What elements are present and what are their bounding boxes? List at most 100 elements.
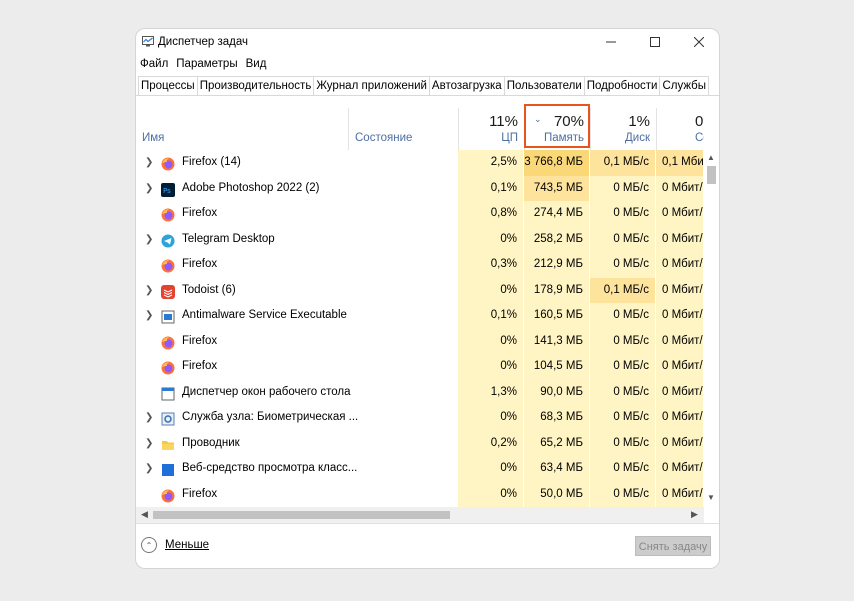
close-icon: [694, 37, 704, 47]
process-row[interactable]: Firefox 0,3% 212,9 МБ 0 МБ/с 0 Мбит/с: [136, 252, 704, 278]
tab-services[interactable]: Службы: [659, 76, 710, 95]
minimize-button[interactable]: [591, 29, 631, 55]
process-name-cell: ❯ Antimalware Service Executable: [136, 303, 458, 329]
header-status[interactable]: Состояние: [349, 104, 458, 150]
chevron-right-icon[interactable]: ❯: [145, 405, 153, 431]
process-name: Служба узла: Биометрическая ...: [182, 411, 359, 423]
header-name[interactable]: Имя: [136, 104, 348, 150]
process-memory: 3 766,8 МБ: [524, 150, 590, 176]
header-network[interactable]: 0% Сеть: [656, 104, 704, 150]
process-name: Adobe Photoshop 2022 (2): [182, 181, 320, 194]
header-cpu[interactable]: 11% ЦП: [458, 104, 524, 150]
menu-file[interactable]: Файл: [136, 56, 172, 72]
process-memory: 141,3 МБ: [524, 328, 590, 354]
fewer-details-button[interactable]: ⌃ Меньше: [141, 537, 209, 553]
process-row[interactable]: Firefox 0% 50,0 МБ 0 МБ/с 0 Мбит/с: [136, 481, 704, 508]
process-network: 0 Мбит/с: [656, 379, 704, 405]
tab-strip: Процессы Производительность Журнал прило…: [138, 76, 710, 96]
process-network: 0 Мбит/с: [656, 201, 704, 227]
process-network: 0 Мбит/с: [656, 328, 704, 354]
process-name-cell: Firefox: [136, 354, 458, 380]
horizontal-scroll-thumb[interactable]: [153, 511, 450, 519]
vertical-scroll-thumb[interactable]: [707, 166, 716, 184]
firefox-icon: [161, 207, 175, 222]
process-network: 0 Мбит/с: [656, 226, 704, 252]
process-memory: 68,3 МБ: [524, 405, 590, 431]
header-disk[interactable]: 1% Диск: [590, 104, 656, 150]
process-row[interactable]: ❯ Проводник 0,2% 65,2 МБ 0 МБ/с 0 Мбит/с: [136, 430, 704, 457]
process-row[interactable]: Firefox 0% 141,3 МБ 0 МБ/с 0 Мбит/с: [136, 328, 704, 354]
process-disk: 0 МБ/с: [590, 201, 656, 227]
process-row[interactable]: ❯ Antimalware Service Executable 0,1% 160,5…: [136, 303, 704, 329]
header-name-label: Имя: [142, 132, 165, 144]
telegram-icon: [161, 233, 175, 247]
menu-view[interactable]: Вид: [242, 56, 271, 72]
process-row[interactable]: ❯ Todoist (6) 0% 178,9 МБ 0,1 МБ/с 0 Мбит/с: [136, 277, 704, 304]
chevron-right-icon[interactable]: ❯: [145, 431, 153, 457]
process-row[interactable]: Firefox 0,8% 274,4 МБ 0 МБ/с 0 Мбит/с: [136, 201, 704, 227]
process-cpu: 0%: [458, 277, 524, 303]
menu-options[interactable]: Параметры: [172, 56, 241, 72]
tab-processes[interactable]: Процессы: [138, 76, 198, 96]
process-row[interactable]: ❯ Веб-средство просмотра класс... 0% 63,4 М…: [136, 456, 704, 482]
process-row[interactable]: ❯ Служба узла: Биометрическая ... 0% 68,3 М…: [136, 405, 704, 431]
tab-app-history[interactable]: Журнал приложений: [313, 76, 430, 95]
end-task-button[interactable]: Снять задачу: [635, 536, 711, 556]
process-cpu: 0,8%: [458, 201, 524, 227]
process-row[interactable]: ❯ Ps Adobe Photoshop 2022 (2) 0,1% 743,5 МБ 0…: [136, 175, 704, 202]
process-name-cell: Firefox: [136, 252, 458, 278]
process-disk: 0 МБ/с: [590, 405, 656, 431]
process-disk: 0 МБ/с: [590, 481, 656, 507]
process-network: 0 Мбит/с: [656, 481, 704, 507]
process-disk: 0,1 МБ/с: [590, 150, 656, 176]
process-disk: 0 МБ/с: [590, 456, 656, 482]
chevron-right-icon[interactable]: ❯: [145, 227, 153, 253]
tab-users[interactable]: Пользователи: [503, 76, 585, 95]
todoist-icon: [161, 284, 175, 299]
process-name-cell: Firefox: [136, 201, 458, 227]
process-row[interactable]: ❯ Firefox (14) 2,5% 3 766,8 МБ 0,1 МБ/с 0,1 М…: [136, 150, 704, 176]
close-button[interactable]: [679, 29, 719, 55]
horizontal-scrollbar[interactable]: ◀ ▶: [136, 507, 704, 523]
chevron-right-icon[interactable]: ❯: [145, 278, 153, 304]
process-disk: 0 МБ/с: [590, 430, 656, 456]
process-name: Telegram Desktop: [182, 232, 275, 245]
process-disk: 0 МБ/с: [590, 379, 656, 405]
header-status-label: Состояние: [355, 132, 413, 144]
vertical-scrollbar[interactable]: ▲ ▼: [704, 150, 719, 507]
menu-bar: Файл Параметры Вид: [136, 56, 270, 72]
process-network: 0 Мбит/с: [656, 303, 704, 329]
svg-text:Ps: Ps: [163, 187, 171, 195]
tab-details[interactable]: Подробности: [583, 76, 661, 95]
process-cpu: 0%: [458, 456, 524, 482]
process-name: Antimalware Service Executable: [182, 309, 347, 321]
gear-service-icon: [161, 411, 175, 426]
chevron-up-icon: ⌃: [141, 537, 157, 553]
scroll-down-icon[interactable]: ▼: [707, 493, 715, 502]
process-row[interactable]: ❯ Telegram Desktop 0% 258,2 МБ 0 МБ/с 0 Мбит/…: [136, 226, 704, 253]
tab-performance[interactable]: Производительность: [196, 76, 315, 95]
web-viewer-icon: [161, 462, 175, 476]
chevron-right-icon[interactable]: ❯: [145, 456, 153, 482]
process-cpu: 0%: [458, 226, 524, 252]
process-name: Todoist (6): [182, 283, 236, 296]
scroll-right-icon[interactable]: ▶: [691, 509, 698, 520]
maximize-button[interactable]: [635, 29, 675, 55]
process-memory: 212,9 МБ: [524, 252, 590, 278]
chevron-right-icon[interactable]: ❯: [145, 176, 153, 202]
process-name-cell: Firefox: [136, 482, 458, 508]
minimize-icon: [606, 41, 616, 43]
scroll-up-icon[interactable]: ▲: [707, 153, 715, 162]
process-name: Firefox: [182, 258, 218, 270]
photoshop-icon: Ps: [161, 182, 175, 197]
chevron-right-icon[interactable]: ❯: [145, 303, 153, 329]
process-cpu: 0%: [458, 328, 524, 354]
tab-startup[interactable]: Автозагрузка: [428, 76, 505, 95]
header-disk-label: Диск: [625, 132, 650, 144]
process-row[interactable]: Firefox 0% 104,5 МБ 0 МБ/с 0 Мбит/с: [136, 354, 704, 380]
process-row[interactable]: Диспетчер окон рабочего стола 1,3% 90,0 МБ…: [136, 379, 704, 405]
scroll-left-icon[interactable]: ◀: [141, 509, 148, 520]
chevron-right-icon[interactable]: ❯: [145, 150, 153, 176]
process-cpu: 0,2%: [458, 430, 524, 456]
header-cpu-label: ЦП: [501, 132, 518, 144]
